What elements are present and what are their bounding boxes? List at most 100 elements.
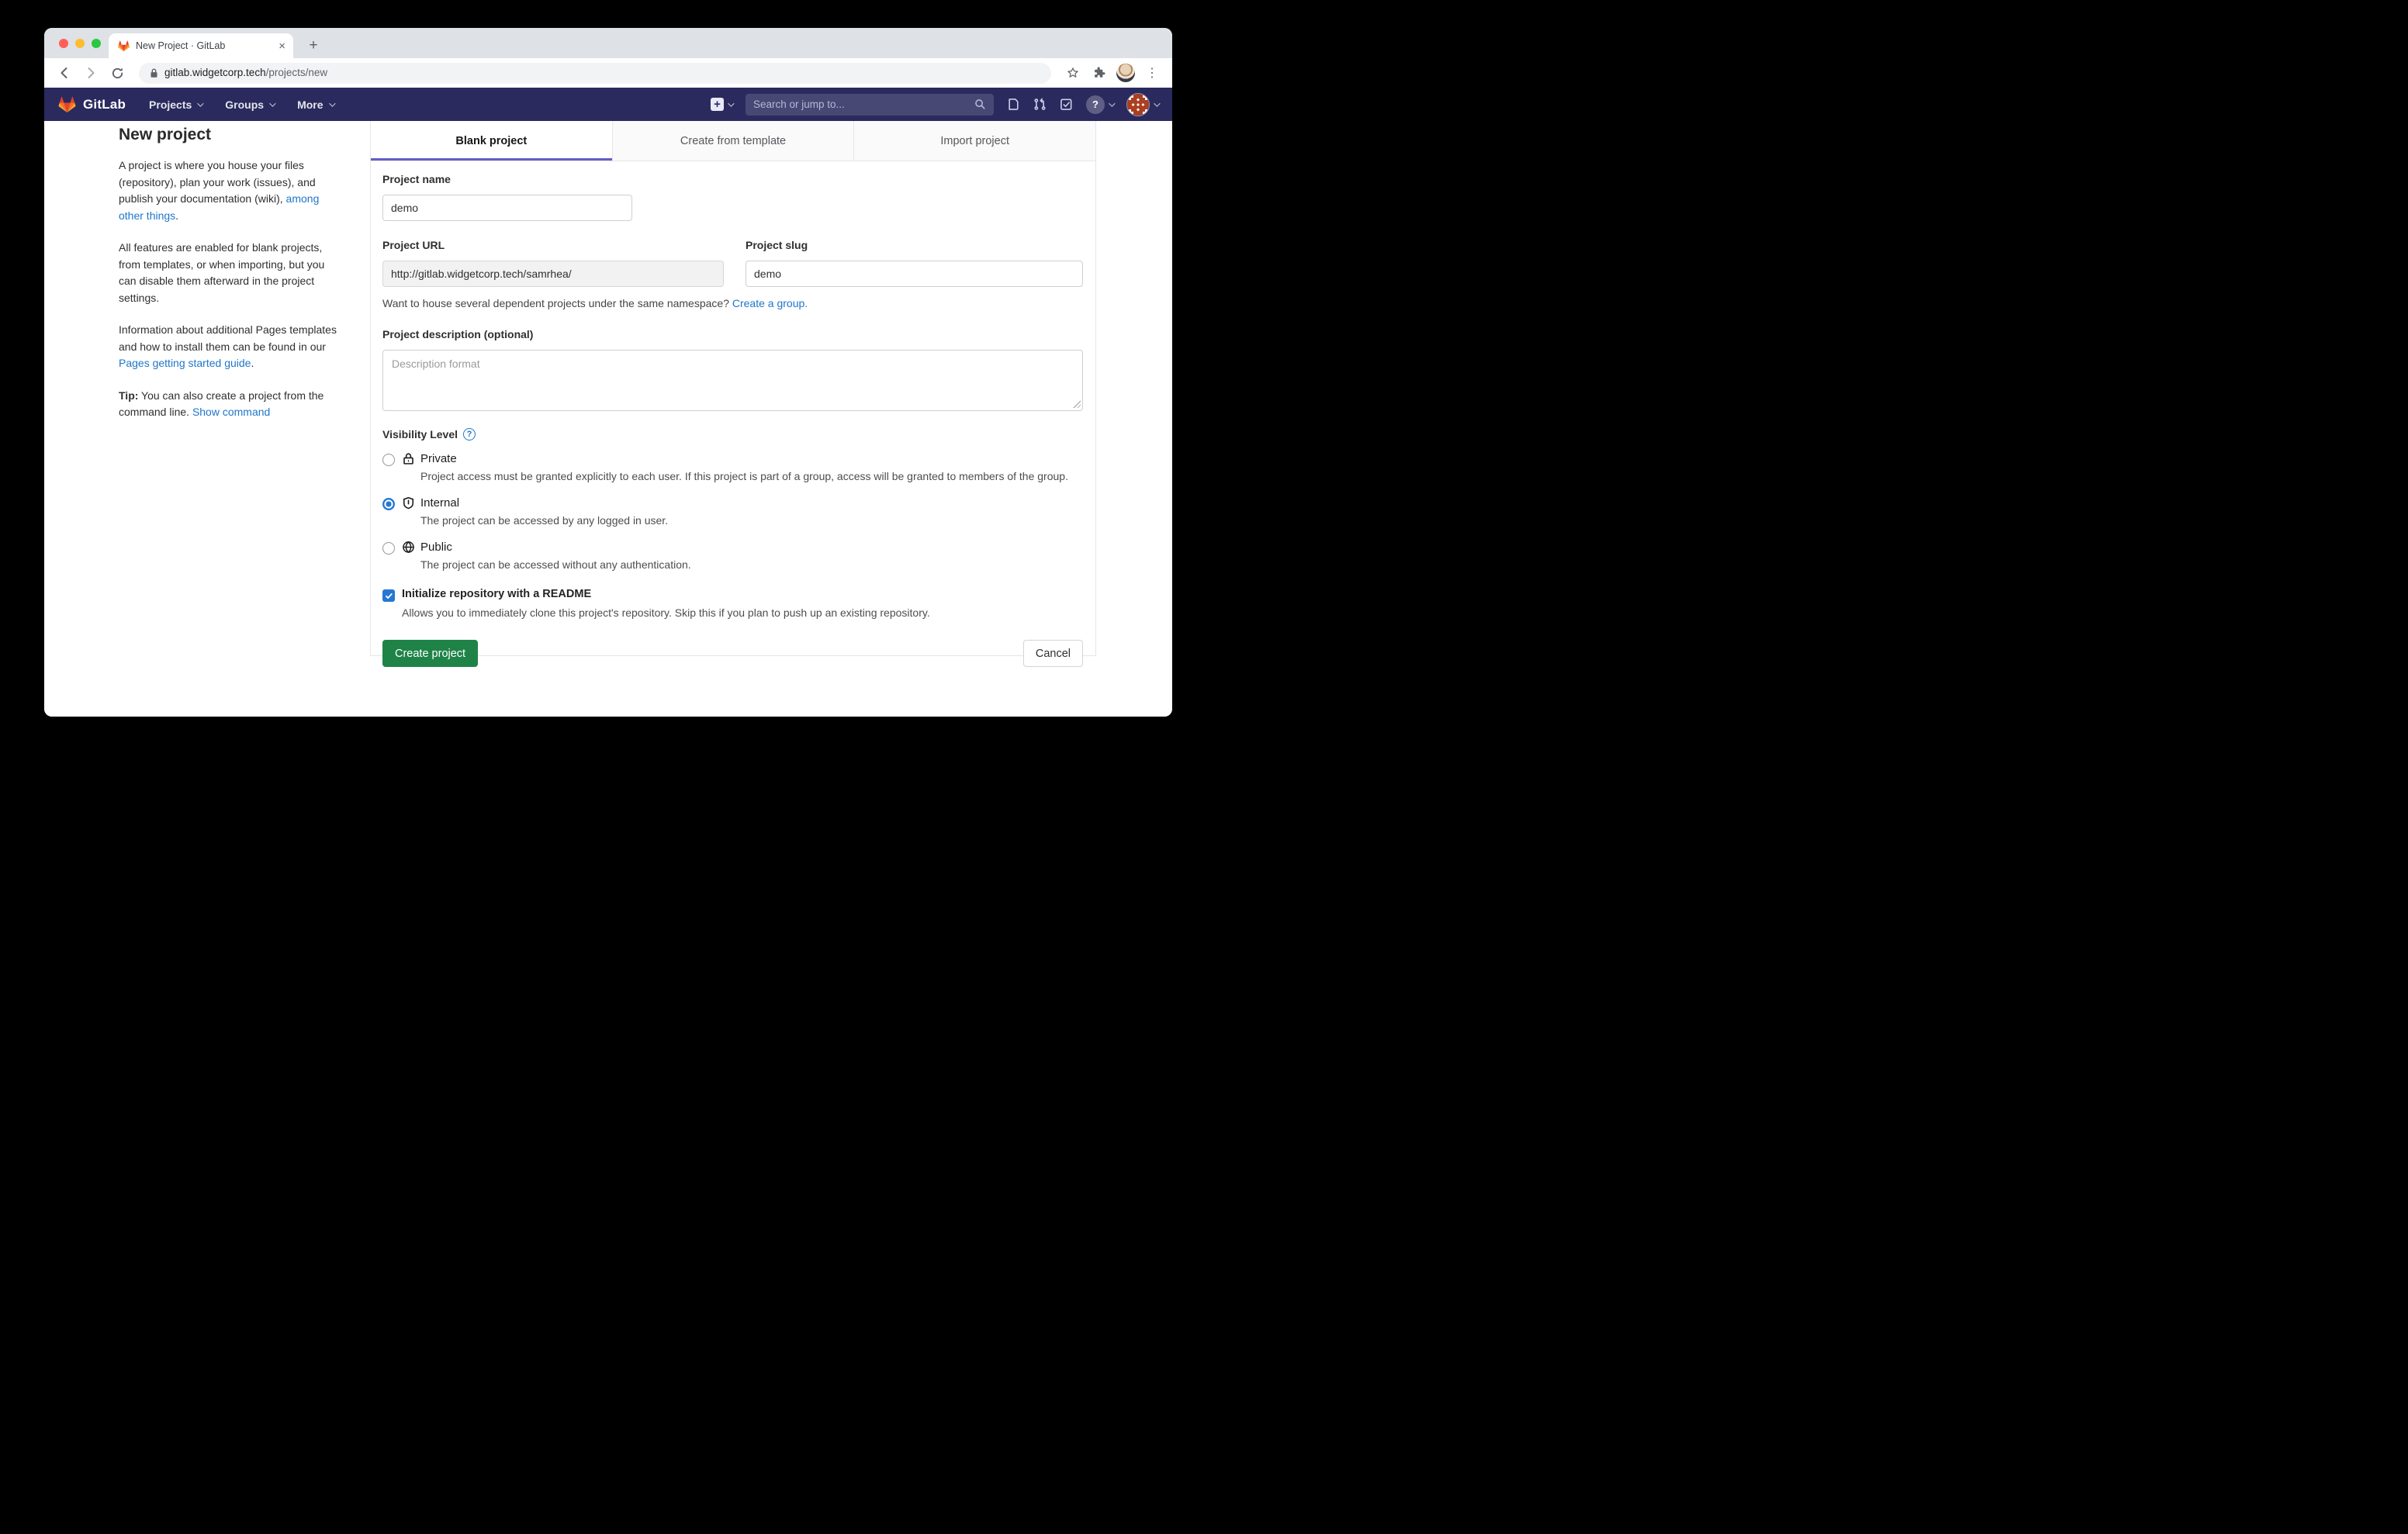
internal-label: Internal [420, 496, 459, 510]
project-url-field: Project URL [382, 239, 724, 287]
internal-description: The project can be accessed by any logge… [420, 513, 668, 529]
help-menu[interactable]: ? [1086, 95, 1113, 114]
nav-groups-label: Groups [225, 98, 264, 111]
private-label: Private [420, 452, 457, 465]
tab-import-project[interactable]: Import project [853, 121, 1095, 161]
project-name-label: Project name [382, 173, 1083, 185]
description-textarea-wrap [382, 350, 1083, 411]
new-project-panel: Blank project Create from template Impor… [370, 121, 1096, 656]
public-description: The project can be accessed without any … [420, 557, 691, 573]
namespace-hint: Want to house several dependent projects… [382, 297, 1083, 309]
sidebar-paragraph: A project is where you house your files … [119, 157, 344, 224]
sidebar-paragraph: Information about additional Pages templ… [119, 322, 344, 372]
nav-groups-menu[interactable]: Groups [225, 98, 274, 111]
browser-profile-avatar[interactable] [1115, 62, 1137, 84]
nav-projects-menu[interactable]: Projects [149, 98, 202, 111]
bookmark-star-icon[interactable] [1062, 62, 1084, 84]
project-type-tabs: Blank project Create from template Impor… [371, 121, 1095, 161]
project-name-input[interactable] [382, 195, 632, 221]
lock-icon [150, 67, 158, 78]
gitlab-menu: Projects Groups More [149, 98, 333, 111]
close-tab-icon[interactable]: × [279, 40, 285, 52]
sidebar-tip: Tip: You can also create a project from … [119, 388, 344, 421]
tab-create-from-template[interactable]: Create from template [612, 121, 854, 161]
issues-icon[interactable] [1007, 98, 1020, 111]
fullscreen-window-button[interactable] [92, 39, 101, 48]
project-slug-input[interactable] [746, 261, 1083, 287]
chevron-down-icon [1154, 100, 1160, 106]
new-item-menu[interactable]: + [711, 98, 732, 111]
project-url-label: Project URL [382, 239, 724, 251]
private-radio[interactable] [382, 454, 395, 466]
readme-option[interactable]: Initialize repository with a README Allo… [382, 588, 1083, 620]
user-menu[interactable] [1126, 93, 1158, 116]
tab-title: New Project · GitLab [136, 40, 279, 51]
reload-icon[interactable] [106, 62, 128, 84]
blank-project-form: Project name Project URL Project slug Wa… [371, 161, 1095, 667]
todos-icon[interactable] [1060, 98, 1073, 111]
lock-icon [402, 452, 415, 465]
project-description-textarea[interactable] [382, 350, 1083, 411]
browser-tab[interactable]: New Project · GitLab × [109, 33, 293, 58]
user-avatar [1126, 93, 1150, 116]
back-icon[interactable] [54, 62, 75, 84]
plus-square-icon: + [711, 98, 724, 111]
chevron-down-icon [329, 100, 335, 106]
gitlab-favicon-icon [118, 40, 130, 52]
form-actions: Create project Cancel [382, 640, 1083, 667]
project-description-label: Project description (optional) [382, 328, 1083, 340]
new-tab-button[interactable]: + [303, 36, 323, 56]
visibility-option-private[interactable]: Private Project access must be granted e… [382, 452, 1083, 485]
internal-radio[interactable] [382, 498, 395, 510]
url-slug-row: Project URL Project slug [382, 239, 1083, 287]
nav-more-menu[interactable]: More [297, 98, 333, 111]
readme-checkbox[interactable] [382, 589, 395, 602]
text: . [251, 357, 254, 369]
project-slug-label: Project slug [746, 239, 1083, 251]
nav-projects-label: Projects [149, 98, 192, 111]
create-project-button[interactable]: Create project [382, 640, 478, 667]
chevron-down-icon [728, 100, 734, 106]
visibility-help-icon[interactable]: ? [463, 428, 476, 441]
project-url-input[interactable] [382, 261, 724, 287]
gitlab-brand[interactable]: GitLab [58, 96, 126, 113]
forward-icon[interactable] [80, 62, 102, 84]
nav-more-label: More [297, 98, 323, 111]
desktop-background: New Project · GitLab × + gitlab.widgetco… [0, 0, 1204, 767]
project-slug-field: Project slug [746, 239, 1083, 287]
readme-label: Initialize repository with a README [402, 588, 930, 600]
visibility-level-header: Visibility Level ? [382, 428, 1083, 441]
chevron-down-icon [197, 100, 203, 106]
browser-menu-icon[interactable]: ⋮ [1141, 62, 1163, 84]
public-radio[interactable] [382, 542, 395, 555]
text: Information about additional Pages templ… [119, 323, 337, 353]
gitlab-logo-icon [58, 96, 76, 113]
close-window-button[interactable] [59, 39, 68, 48]
cancel-button[interactable]: Cancel [1023, 640, 1083, 667]
avatar [1116, 64, 1135, 82]
url-bar[interactable]: gitlab.widgetcorp.tech/projects/new [139, 63, 1051, 84]
search-input[interactable]: Search or jump to... [746, 94, 994, 116]
visibility-option-public[interactable]: Public The project can be accessed witho… [382, 541, 1083, 573]
chevron-down-icon [1109, 100, 1115, 106]
pages-guide-link[interactable]: Pages getting started guide [119, 357, 251, 369]
brand-name: GitLab [83, 97, 126, 112]
sidebar-paragraph: All features are enabled for blank proje… [119, 240, 344, 306]
minimize-window-button[interactable] [75, 39, 85, 48]
merge-request-icon[interactable] [1033, 98, 1047, 111]
browser-window: New Project · GitLab × + gitlab.widgetco… [44, 28, 1172, 717]
tab-blank-project[interactable]: Blank project [371, 121, 612, 161]
create-group-link[interactable]: Create a group. [732, 297, 808, 309]
text: . [175, 209, 178, 222]
globe-icon [402, 541, 415, 554]
shield-icon [402, 496, 415, 510]
gitlab-navbar: GitLab Projects Groups More + Search or … [44, 88, 1172, 121]
chevron-down-icon [269, 100, 275, 106]
page-title: New project [119, 126, 344, 144]
help-icon: ? [1086, 95, 1105, 114]
show-command-link[interactable]: Show command [192, 406, 270, 418]
extensions-puzzle-icon[interactable] [1088, 62, 1110, 84]
visibility-option-internal[interactable]: Internal The project can be accessed by … [382, 496, 1083, 529]
tip-label: Tip: [119, 389, 138, 402]
sidebar-help-column: New project A project is where you house… [119, 126, 344, 437]
